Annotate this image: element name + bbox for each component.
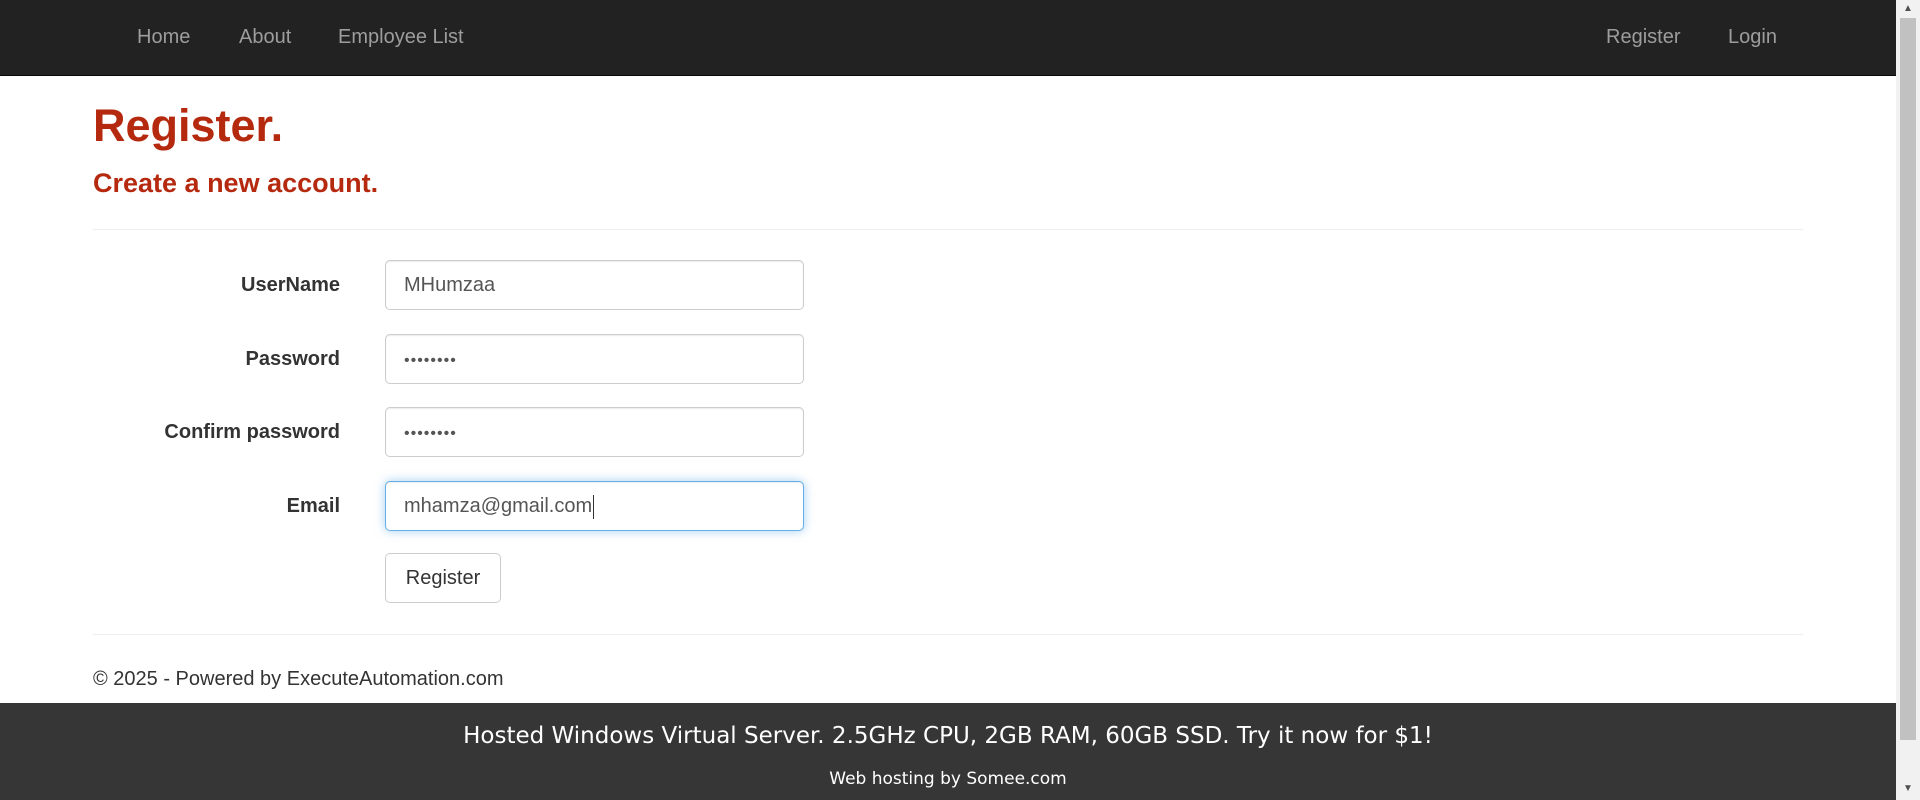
scroll-up-icon[interactable]: ▲ [1896,3,1920,14]
confirm-password-value: •••••••• [404,425,457,442]
register-button[interactable]: Register [385,553,501,603]
ad-headline[interactable]: Hosted Windows Virtual Server. 2.5GHz CP… [0,723,1896,749]
email-input[interactable]: mhamza@gmail.com [385,481,804,531]
password-input[interactable]: •••••••• [385,334,804,384]
ad-hosting-link[interactable]: Web hosting by Somee.com [0,769,1896,789]
username-value: MHumzaa [404,274,496,296]
scrollbar-thumb[interactable] [1900,18,1916,740]
email-value: mhamza@gmail.com [404,495,593,517]
footer-divider [93,634,1803,635]
nav-home[interactable]: Home [137,0,190,75]
divider [93,229,1803,230]
nav-about[interactable]: About [239,0,291,75]
username-input[interactable]: MHumzaa [385,260,804,310]
nav-login[interactable]: Login [1728,0,1777,75]
hosting-ad-banner: Hosted Windows Virtual Server. 2.5GHz CP… [0,703,1896,800]
scroll-down-icon[interactable]: ▼ [1896,783,1920,794]
page-title: Register. [93,100,284,151]
email-label: Email [286,495,340,517]
text-caret [593,494,595,519]
password-label: Password [245,348,340,370]
password-value: •••••••• [404,352,457,369]
navbar: Home About Employee List Register Login [0,0,1896,76]
nav-employee-list[interactable]: Employee List [338,0,464,75]
nav-register[interactable]: Register [1606,0,1680,75]
vertical-scrollbar[interactable]: ▲ ▼ [1896,0,1920,800]
confirm-password-label: Confirm password [164,421,340,443]
page-subtitle: Create a new account. [93,168,379,198]
username-label: UserName [241,274,340,296]
copyright-text: © 2025 - Powered by ExecuteAutomation.co… [93,668,504,690]
confirm-password-input[interactable]: •••••••• [385,407,804,457]
